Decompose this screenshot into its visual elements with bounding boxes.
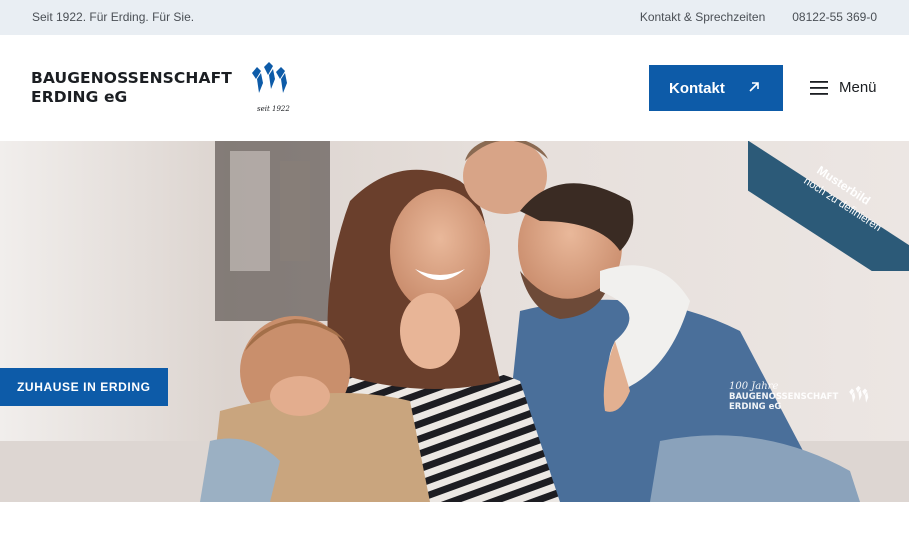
logo-caption: seit 1922 — [257, 105, 290, 113]
brand-line-2: ERDING eG — [31, 88, 128, 106]
sample-image-ribbon: Musterbild noch zu definieren — [748, 141, 909, 271]
tagline: Seit 1922. Für Erding. Für Sie. — [32, 10, 195, 24]
anniversary-watermark: 100 Jahre BAUGENOSSENSCHAFT ERDING eG — [729, 381, 869, 412]
contact-button-label: Kontakt — [669, 79, 725, 97]
contact-hours-link[interactable]: Kontakt & Sprechzeiten — [640, 10, 765, 24]
hamburger-icon — [810, 80, 828, 95]
watermark-house-marks-icon — [849, 385, 869, 403]
phone-link[interactable]: 08122-55 369-0 — [792, 10, 877, 24]
arrow-up-right-icon — [749, 82, 759, 92]
topbar-links: Kontakt & Sprechzeiten 08122-55 369-0 — [640, 10, 877, 24]
hero-banner: ZUHAUSE IN ERDING Musterbild noch zu def… — [0, 141, 909, 502]
top-utility-bar: Seit 1922. Für Erding. Für Sie. Kontakt … — [0, 0, 909, 35]
menu-button[interactable]: Menü — [810, 79, 877, 96]
brand-name[interactable]: BAUGENOSSENSCHAFT ERDING eG — [31, 69, 232, 107]
brand-line-1: BAUGENOSSENSCHAFT — [31, 69, 232, 87]
menu-label: Menü — [839, 79, 877, 96]
contact-button[interactable]: Kontakt — [649, 65, 783, 111]
watermark-line-2: ERDING eG — [729, 402, 782, 412]
hero-badge: ZUHAUSE IN ERDING — [0, 368, 168, 406]
ribbon-band — [748, 141, 909, 271]
baugenossenschaft-house-marks-icon[interactable]: seit 1922 — [248, 61, 292, 115]
site-header: BAUGENOSSENSCHAFT ERDING eG seit 1922 Ko… — [0, 35, 909, 141]
watermark-script: 100 Jahre — [729, 381, 779, 392]
watermark-line-1: BAUGENOSSENSCHAFT — [729, 392, 839, 402]
